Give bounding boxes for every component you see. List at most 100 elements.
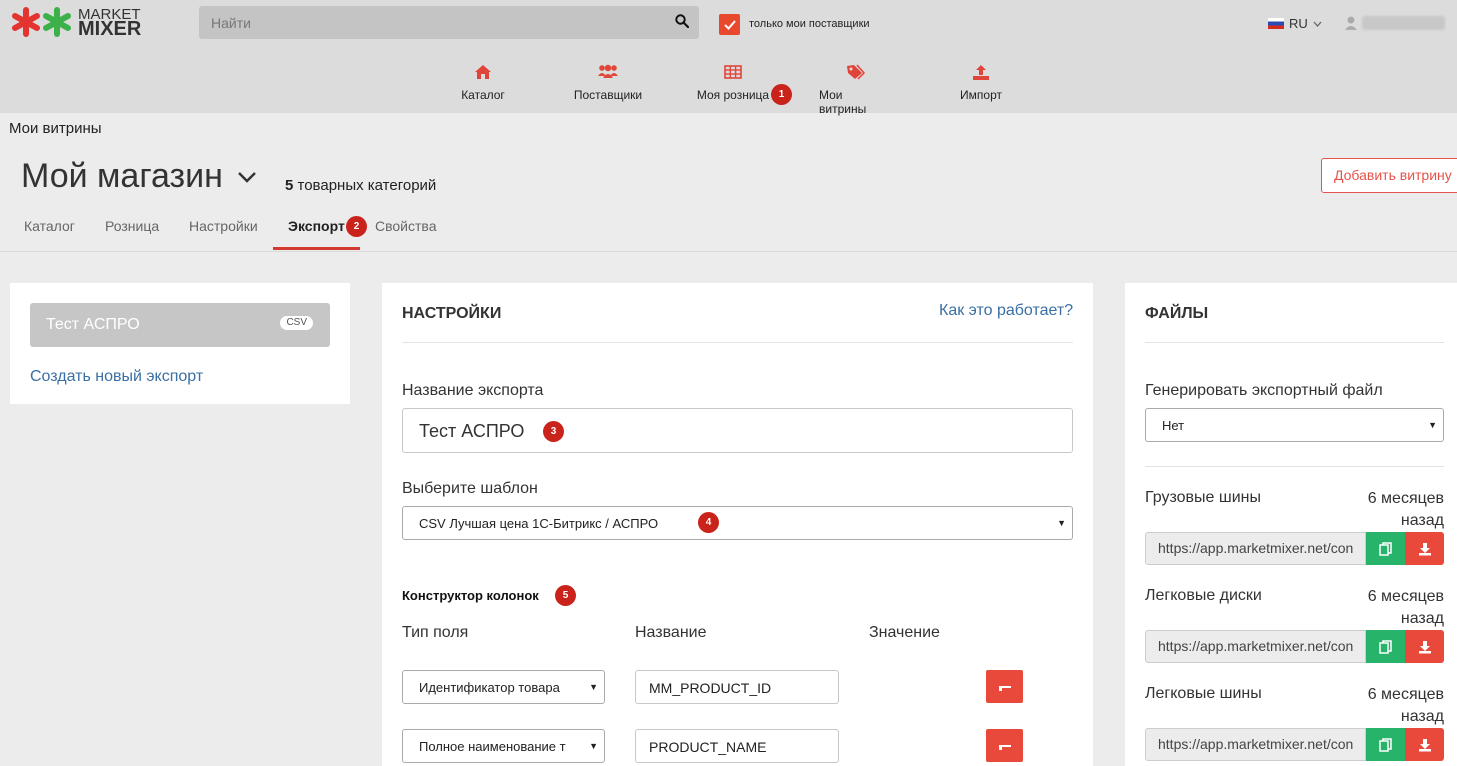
add-showcase-button[interactable]: Добавить витрину xyxy=(1321,158,1457,193)
step-badge-1: 1 xyxy=(771,84,792,105)
russia-flag-icon xyxy=(1268,18,1284,29)
language-selector[interactable]: RU xyxy=(1268,16,1322,31)
download-icon xyxy=(1418,542,1431,555)
step-badge-4: 4 xyxy=(698,512,719,533)
file-url-field[interactable]: https://app.marketmixer.net/con xyxy=(1145,630,1366,663)
chevron-down-icon xyxy=(1313,21,1322,27)
export-name-label: Название экспорта xyxy=(402,382,544,399)
nav-my-retail[interactable]: Моя розница xyxy=(696,62,770,102)
copy-icon xyxy=(1379,541,1392,556)
export-name-field[interactable]: Тест АСПРО 3 xyxy=(402,408,1073,453)
column-name-field[interactable]: MM_PRODUCT_ID xyxy=(635,670,839,704)
file-name: Легковые диски xyxy=(1145,587,1262,604)
breadcrumb[interactable]: Мои витрины xyxy=(9,120,102,137)
logo-line-2: MIXER xyxy=(78,18,142,40)
export-item-label: Тест АСПРО xyxy=(46,316,140,333)
user-menu[interactable] xyxy=(1345,13,1445,33)
nav-label: Каталог xyxy=(461,88,505,102)
settings-title: НАСТРОЙКИ xyxy=(402,305,502,322)
create-export-link[interactable]: Создать новый экспорт xyxy=(30,368,203,386)
table-icon xyxy=(724,62,742,82)
active-tab-indicator xyxy=(273,247,360,250)
file-age: 6 месяцев назад xyxy=(1344,586,1444,630)
export-list-item[interactable]: Тест АСПРО CSV xyxy=(30,303,330,347)
generate-file-value: Нет xyxy=(1162,418,1185,433)
shop-selector[interactable]: Мой магазин xyxy=(21,157,257,196)
tab-bar: Каталог Розница Настройки Экспорт 2 Свой… xyxy=(0,208,1457,252)
copy-url-button[interactable] xyxy=(1366,630,1405,663)
file-age-line-1: 6 месяцев xyxy=(1367,588,1444,605)
users-icon xyxy=(597,62,619,82)
file-url-field[interactable]: https://app.marketmixer.net/con xyxy=(1145,728,1366,761)
tab-retail[interactable]: Розница xyxy=(105,218,159,234)
column-header-value: Значение xyxy=(869,624,940,641)
copy-url-button[interactable] xyxy=(1366,728,1405,761)
download-button[interactable] xyxy=(1405,728,1444,761)
dropdown-arrow-icon: ▼ xyxy=(1057,518,1066,528)
column-constructor-label: Конструктор колонок xyxy=(402,588,539,603)
file-age-line-1: 6 месяцев xyxy=(1367,686,1444,703)
download-button[interactable] xyxy=(1405,532,1444,565)
nav-suppliers[interactable]: Поставщики xyxy=(573,62,643,102)
how-it-works-link[interactable]: Как это работает? xyxy=(939,302,1073,320)
file-age-line-1: 6 месяцев xyxy=(1367,490,1444,507)
field-type-select[interactable]: Полное наименование т ▼ xyxy=(402,729,605,763)
template-label: Выберите шаблон xyxy=(402,480,538,497)
file-age-line-2: назад xyxy=(1400,708,1444,725)
template-value: CSV Лучшая цена 1С-Битрикс / АСПРО xyxy=(419,516,659,531)
only-my-suppliers-checkbox[interactable] xyxy=(719,14,740,35)
remove-column-button[interactable] xyxy=(986,729,1023,762)
nav-label: Моя розница xyxy=(696,88,770,102)
file-age: 6 месяцев назад xyxy=(1344,684,1444,728)
page-title: Мой магазин xyxy=(21,157,223,195)
column-name-field[interactable]: PRODUCT_NAME xyxy=(635,729,839,763)
home-icon xyxy=(474,62,492,82)
search-input[interactable] xyxy=(199,6,659,39)
nav-catalog[interactable]: Каталог xyxy=(461,62,505,102)
divider xyxy=(1145,342,1444,343)
divider xyxy=(402,342,1073,343)
upload-icon xyxy=(972,62,990,82)
nav-label: Мои витрины xyxy=(819,88,867,116)
export-name-value: Тест АСПРО xyxy=(419,421,525,441)
column-name-value: PRODUCT_NAME xyxy=(649,739,767,755)
download-icon xyxy=(1418,738,1431,751)
column-header-name: Название xyxy=(635,624,707,641)
step-badge-2: 2 xyxy=(346,216,367,237)
file-age-line-2: назад xyxy=(1400,610,1444,627)
nav-label: Поставщики xyxy=(573,88,643,102)
tags-icon xyxy=(846,62,866,82)
field-type-value: Полное наименование т xyxy=(419,739,566,754)
file-name: Грузовые шины xyxy=(1145,489,1261,506)
chevron-down-icon xyxy=(237,171,256,183)
search-icon[interactable] xyxy=(675,14,690,33)
generate-file-select[interactable]: Нет ▼ xyxy=(1145,408,1444,442)
copy-icon xyxy=(1379,639,1392,654)
nav-my-showcases[interactable]: Мои витрины xyxy=(819,62,893,116)
only-my-suppliers-label[interactable]: только мои поставщики xyxy=(749,18,870,30)
remove-column-button[interactable] xyxy=(986,670,1023,703)
logo-text: MARKET MIXER xyxy=(78,7,142,40)
nav-import[interactable]: Импорт xyxy=(960,62,1002,102)
tab-settings[interactable]: Настройки xyxy=(189,218,258,234)
category-count: 5 товарных категорий xyxy=(285,177,436,194)
dropdown-arrow-icon: ▼ xyxy=(589,682,598,692)
minus-icon xyxy=(998,685,1011,688)
column-name-value: MM_PRODUCT_ID xyxy=(649,680,772,696)
format-badge: CSV xyxy=(280,316,313,330)
category-count-number: 5 xyxy=(285,177,294,194)
user-email-blurred xyxy=(1361,16,1445,30)
generate-file-label: Генерировать экспортный файл xyxy=(1145,382,1383,399)
logo[interactable]: MARKET MIXER xyxy=(10,6,142,40)
category-count-label: товарных категорий xyxy=(297,177,437,194)
divider xyxy=(1145,466,1444,467)
template-select[interactable]: CSV Лучшая цена 1С-Битрикс / АСПРО 4 ▼ xyxy=(402,506,1073,540)
file-url-field[interactable]: https://app.marketmixer.net/con xyxy=(1145,532,1366,565)
copy-url-button[interactable] xyxy=(1366,532,1405,565)
logo-asterisks-icon xyxy=(12,7,71,37)
tab-catalog[interactable]: Каталог xyxy=(24,218,75,234)
tab-properties[interactable]: Свойства xyxy=(375,218,436,234)
tab-export[interactable]: Экспорт xyxy=(288,218,345,234)
field-type-select[interactable]: Идентификатор товара ▼ xyxy=(402,670,605,704)
download-button[interactable] xyxy=(1405,630,1444,663)
